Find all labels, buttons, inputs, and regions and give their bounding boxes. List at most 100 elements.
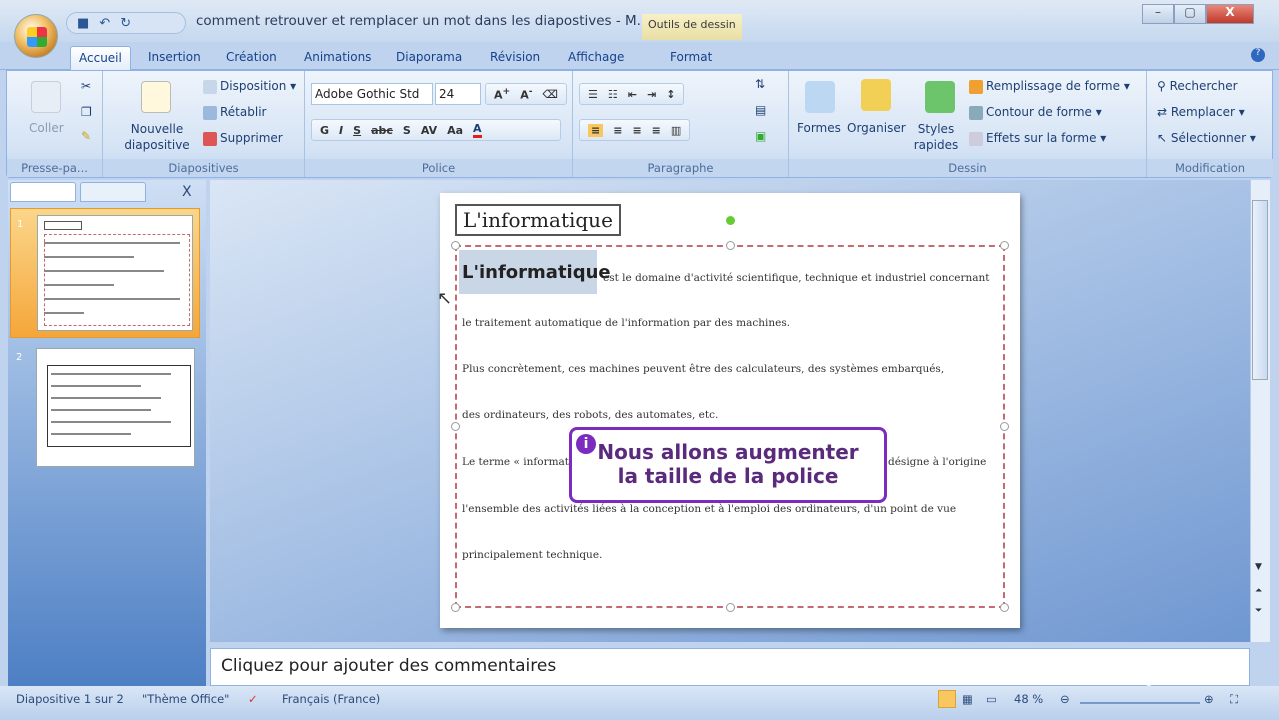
- font-size-select[interactable]: 24: [435, 83, 481, 105]
- resize-handle[interactable]: [1000, 422, 1009, 431]
- body-line: principalement technique.: [462, 549, 603, 561]
- resize-handle[interactable]: [1000, 603, 1009, 612]
- tab-affichage[interactable]: Affichage: [560, 46, 632, 70]
- language[interactable]: Français (France): [282, 692, 380, 706]
- strikethrough-button[interactable]: abc: [371, 124, 393, 137]
- minimize-button[interactable]: –: [1142, 4, 1174, 24]
- scroll-down-icon[interactable]: ▼: [1255, 562, 1262, 572]
- smartart-icon[interactable]: ▣: [755, 129, 766, 143]
- replace-icon: ⇄: [1157, 105, 1171, 119]
- zoom-out-icon[interactable]: ⊖: [1060, 692, 1070, 706]
- redo-icon[interactable]: ↻: [120, 16, 131, 31]
- replace-button[interactable]: ⇄ Remplacer ▾: [1157, 105, 1245, 119]
- resize-handle[interactable]: [1000, 241, 1009, 250]
- outdent-icon[interactable]: ⇥: [647, 88, 656, 101]
- select-label: Sélectionner: [1170, 131, 1247, 145]
- underline-button[interactable]: S: [353, 124, 361, 137]
- slide-counter: Diapositive 1 sur 2: [16, 692, 124, 706]
- resize-handle[interactable]: [451, 603, 460, 612]
- group-drawing: Formes Organiser Styles rapides Rempliss…: [789, 71, 1147, 177]
- slide-sorter-icon[interactable]: ▦: [962, 692, 973, 706]
- thumbnail-1-selected[interactable]: 1: [10, 208, 200, 338]
- selected-word[interactable]: L'informatique: [462, 262, 611, 283]
- resize-handle[interactable]: [726, 603, 735, 612]
- numbering-icon[interactable]: ☷: [608, 88, 618, 101]
- rotate-handle[interactable]: [726, 216, 735, 225]
- shape-fill-button[interactable]: Remplissage de forme ▾: [969, 79, 1130, 94]
- tab-diaporama[interactable]: Diaporama: [388, 46, 470, 70]
- previous-slide-icon[interactable]: ⏶: [1255, 586, 1262, 596]
- copy-icon[interactable]: ❐: [81, 105, 92, 119]
- bullets-icon[interactable]: ☰: [588, 88, 598, 101]
- next-slide-icon[interactable]: ⏷: [1255, 606, 1262, 616]
- new-slide-button[interactable]: Nouvelle diapositive: [117, 121, 197, 153]
- spellcheck-icon[interactable]: ✓: [248, 692, 258, 706]
- shape-effects-button[interactable]: Effets sur la forme ▾: [969, 131, 1106, 146]
- line-spacing-icon[interactable]: ↕: [666, 88, 675, 101]
- clear-format-icon[interactable]: ⌫: [543, 88, 559, 101]
- resize-handle[interactable]: [451, 422, 460, 431]
- find-button[interactable]: ⚲ Rechercher: [1157, 79, 1238, 93]
- shadow-button[interactable]: S: [403, 124, 411, 137]
- justify-icon[interactable]: ≡: [652, 124, 661, 137]
- shrink-font-icon[interactable]: A-: [520, 86, 532, 102]
- zoom-in-icon[interactable]: ⊕: [1204, 692, 1214, 706]
- resize-handle[interactable]: [451, 241, 460, 250]
- tab-outline[interactable]: [80, 182, 146, 202]
- tab-revision[interactable]: Révision: [482, 46, 548, 70]
- italic-button[interactable]: I: [339, 124, 343, 137]
- align-left-icon[interactable]: ≡: [588, 123, 604, 137]
- zoom-slider[interactable]: [1080, 702, 1200, 704]
- bold-button[interactable]: G: [320, 124, 329, 137]
- slideshow-icon[interactable]: ▭: [986, 692, 997, 706]
- maximize-button[interactable]: ▢: [1174, 4, 1206, 24]
- slide-title[interactable]: L'informatique: [455, 204, 621, 236]
- font-name-select[interactable]: Adobe Gothic Std: [311, 83, 433, 105]
- font-format-toolbar: G I S abc S AV Aa A: [311, 119, 561, 141]
- cut-icon[interactable]: ✂: [81, 79, 91, 93]
- reset-button[interactable]: Rétablir: [203, 105, 266, 120]
- shapes-button[interactable]: Formes: [797, 121, 841, 135]
- scrollbar-thumb[interactable]: [1252, 200, 1268, 380]
- help-icon[interactable]: ?: [1251, 48, 1265, 62]
- align-center-icon[interactable]: ≡: [613, 124, 622, 137]
- grow-font-icon[interactable]: A+: [494, 86, 510, 102]
- font-color-button[interactable]: A: [473, 122, 482, 138]
- tab-slides[interactable]: [10, 182, 76, 202]
- undo-icon[interactable]: ↶: [99, 16, 110, 31]
- fit-to-window-icon[interactable]: ⛶: [1230, 692, 1238, 707]
- indent-icon[interactable]: ⇤: [628, 88, 637, 101]
- body-line: le traitement automatique de l'informati…: [462, 317, 791, 329]
- spacing-button[interactable]: AV: [421, 124, 437, 137]
- pane-tabs: X: [10, 182, 204, 204]
- layout-button[interactable]: Disposition ▾: [203, 79, 296, 94]
- tab-accueil[interactable]: Accueil: [70, 46, 131, 70]
- format-painter-icon[interactable]: ✎: [81, 129, 91, 143]
- zoom-level[interactable]: 48 %: [1014, 692, 1043, 706]
- office-button[interactable]: [14, 14, 58, 58]
- tab-insertion[interactable]: Insertion: [140, 46, 209, 70]
- body-line: Plus concrètement, ces machines peuvent …: [462, 363, 945, 375]
- align-right-icon[interactable]: ≡: [632, 124, 641, 137]
- resize-handle[interactable]: [726, 241, 735, 250]
- paste-button[interactable]: Coller: [29, 121, 64, 135]
- select-button[interactable]: ↖ Sélectionner ▾: [1157, 131, 1256, 145]
- align-text-icon[interactable]: ▤: [755, 103, 766, 117]
- normal-view-icon[interactable]: [938, 690, 956, 708]
- close-pane-button[interactable]: X: [182, 184, 192, 200]
- save-icon[interactable]: ■: [77, 16, 89, 31]
- arrange-icon: [861, 79, 891, 111]
- columns-icon[interactable]: ▥: [671, 124, 681, 137]
- thumbnail-slide-2[interactable]: [36, 348, 195, 467]
- quick-styles-button[interactable]: Styles rapides: [911, 121, 961, 153]
- tab-creation[interactable]: Création: [218, 46, 285, 70]
- shape-outline-button[interactable]: Contour de forme ▾: [969, 105, 1102, 120]
- tab-format[interactable]: Format: [662, 46, 720, 70]
- arrange-button[interactable]: Organiser: [847, 121, 906, 135]
- close-button[interactable]: X: [1206, 4, 1254, 24]
- tab-animations[interactable]: Animations: [296, 46, 379, 70]
- case-button[interactable]: Aa: [447, 124, 463, 137]
- delete-button[interactable]: Supprimer: [203, 131, 283, 146]
- tutorial-callout: i Nous allons augmenter la taille de la …: [569, 427, 887, 503]
- text-direction-icon[interactable]: ⇅: [755, 77, 765, 91]
